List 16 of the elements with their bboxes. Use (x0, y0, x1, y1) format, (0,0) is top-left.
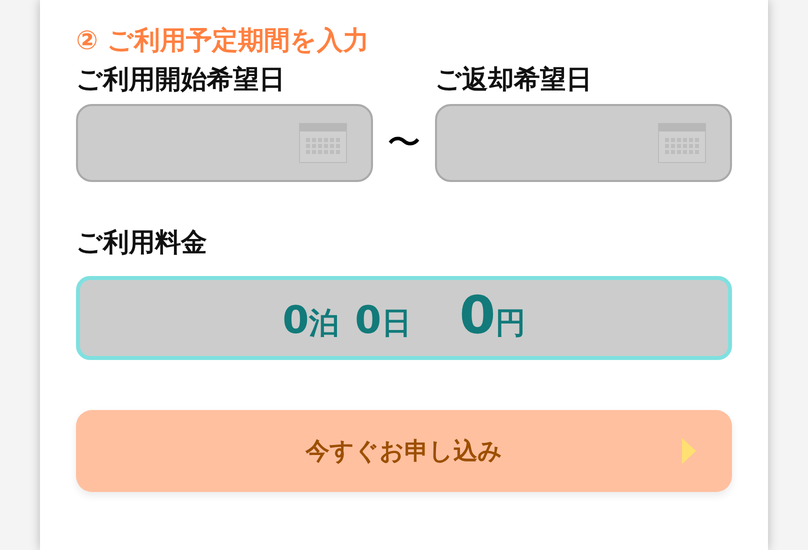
price-amount: 0 (459, 290, 496, 342)
calendar-icon (658, 123, 706, 164)
night-unit: 泊 (308, 308, 339, 339)
section-title: ② ご利用予定期間を入力 (76, 26, 370, 58)
date-field[interactable] (76, 104, 373, 182)
day-count: 0 (354, 300, 382, 339)
fee-label: ご利用料金 (76, 228, 208, 260)
calendar-icon (299, 123, 347, 164)
date-label: ご返却希望日 (435, 65, 593, 96)
range-separator: 〜 (387, 122, 421, 163)
date-label: ご利用開始希望日 (76, 65, 286, 96)
play-arrow-icon (682, 438, 696, 464)
date-field[interactable] (435, 104, 732, 182)
night-count: 0 (282, 300, 309, 339)
day-unit: 日 (381, 308, 412, 339)
price-unit: 円 (496, 308, 526, 339)
